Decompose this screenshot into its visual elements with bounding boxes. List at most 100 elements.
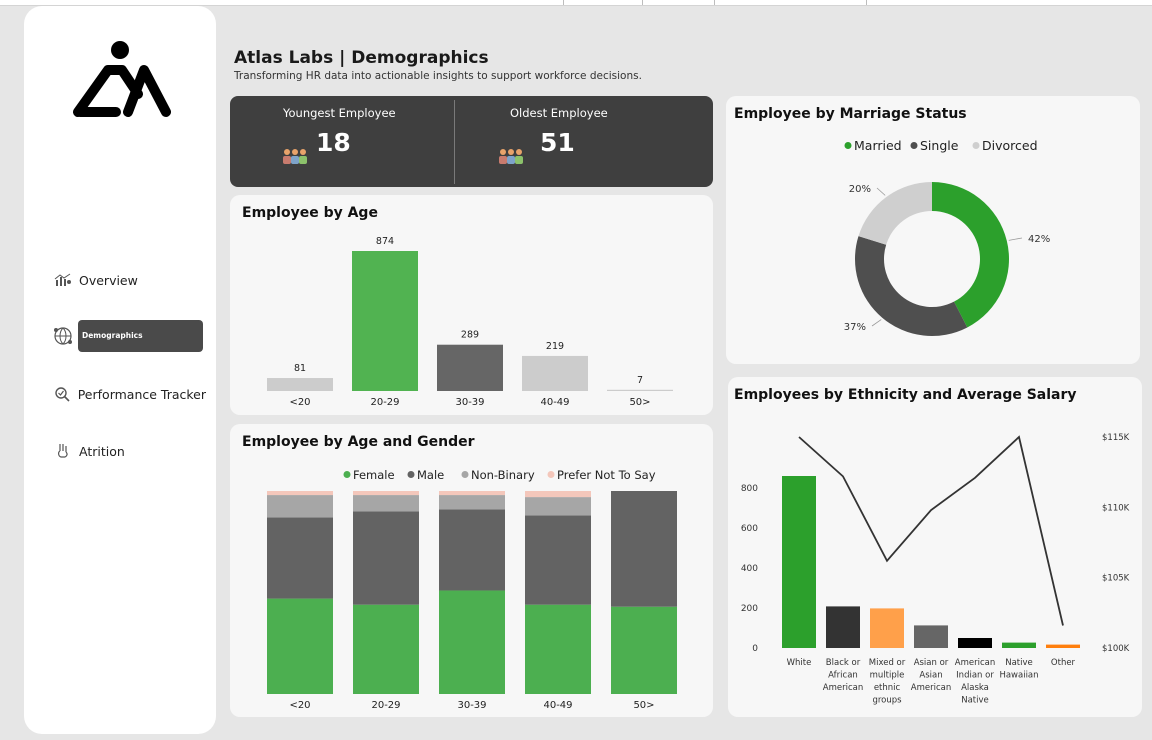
- bar: [914, 625, 948, 648]
- oldest-employee-label: Oldest Employee: [510, 106, 608, 120]
- nav-item-overview[interactable]: Overview: [52, 264, 206, 296]
- legend-label: Non-Binary: [471, 468, 535, 482]
- hand-down-icon: [52, 440, 74, 462]
- tick-label: <20: [289, 700, 310, 711]
- stack-segment: [439, 491, 505, 496]
- tick-label: 50>: [629, 397, 650, 408]
- bar: [1002, 642, 1036, 648]
- bar: [267, 378, 333, 391]
- data-label: 289: [461, 330, 479, 341]
- tick-label: American Indian or Alaska Native: [955, 658, 995, 706]
- stack-segment: [525, 497, 591, 516]
- sidebar: Overview Demographics Performance Tracke…: [24, 6, 216, 734]
- legend-label: Divorced: [982, 138, 1038, 153]
- legend-marker: [547, 471, 555, 478]
- legend-label: Single: [920, 138, 959, 153]
- legend-label: Female: [353, 468, 395, 482]
- legend-marker: [910, 142, 918, 149]
- tick-label: Asian or Asian American: [911, 658, 951, 693]
- legend-marker: [461, 471, 469, 478]
- bar: [522, 355, 588, 391]
- y-tick-label: 600: [741, 524, 758, 534]
- oldest-employee-value: 51: [540, 128, 575, 157]
- age-gender-chart-card: Employee by Age and Gender Female Male Non…: [230, 424, 713, 717]
- legend-label: Prefer Not To Say: [557, 468, 656, 482]
- stack-segment: [353, 511, 419, 605]
- stack-segment: [525, 604, 591, 694]
- stack-segment: [611, 606, 677, 694]
- bar: [437, 344, 503, 391]
- stack-segment: [353, 604, 419, 694]
- y-right-tick-label: $115K: [1102, 433, 1130, 443]
- chart-people-icon: [52, 269, 74, 291]
- donut-slice: [855, 236, 968, 336]
- age-chart: 81 <20 874 20-29 289 30-39 219 40-49 7 50>: [267, 236, 673, 408]
- tick-label: 40-49: [540, 397, 569, 408]
- globe-people-icon: [52, 325, 74, 347]
- kpi-card: Youngest Employee 18 Oldest Employee 51: [230, 96, 713, 187]
- y-tick-label: 400: [741, 564, 758, 574]
- magnifier-check-icon: [52, 383, 73, 405]
- legend-marker: [972, 142, 980, 149]
- stack-segment: [525, 515, 591, 605]
- tick-label: Other: [1051, 658, 1076, 668]
- tick-label: 50>: [633, 700, 654, 711]
- atlas-labs-logo: [73, 41, 171, 117]
- bar: [826, 606, 860, 648]
- data-label: 874: [376, 236, 394, 247]
- y-tick-label: 800: [741, 484, 758, 494]
- data-label: 81: [294, 363, 306, 374]
- stack-segment: [439, 590, 505, 694]
- tick-label: <20: [289, 397, 310, 408]
- bar: [958, 638, 992, 648]
- data-label: 42%: [1028, 234, 1050, 245]
- nav-item-demographics[interactable]: Demographics: [52, 320, 206, 352]
- bar: [782, 476, 816, 648]
- youngest-employee-label: Youngest Employee: [283, 106, 396, 120]
- leader-line: [1008, 237, 1023, 241]
- stack-segment: [439, 495, 505, 510]
- kpi-divider: [454, 100, 455, 184]
- tick-label: 20-29: [371, 700, 400, 711]
- nav-label: Atrition: [79, 443, 125, 459]
- legend-label: Married: [854, 138, 902, 153]
- tick-label: Native Hawaiian: [999, 658, 1038, 681]
- youngest-employee-value: 18: [316, 128, 351, 157]
- stack-segment: [525, 491, 591, 498]
- y-right-tick-label: $105K: [1102, 574, 1130, 584]
- legend-marker: [343, 471, 351, 478]
- bar: [607, 389, 673, 391]
- page-title: Atlas Labs | Demographics: [234, 48, 489, 68]
- legend-marker: [407, 471, 415, 478]
- leader-line: [876, 187, 886, 196]
- people-icon: [499, 149, 523, 164]
- age-chart-card: Employee by Age 81 <20 874 20-29 289 30-39 219…: [230, 195, 713, 415]
- tick-label: 40-49: [543, 700, 572, 711]
- nav-item-performance-tracker[interactable]: Performance Tracker: [52, 378, 206, 410]
- stack-segment: [267, 517, 333, 599]
- legend-label: Male: [417, 468, 444, 482]
- page-subtitle: Transforming HR data into actionable ins…: [234, 70, 642, 82]
- salary-line: [798, 435, 1064, 626]
- data-label: 219: [546, 341, 564, 352]
- tick-label: 30-39: [457, 700, 486, 711]
- stack-segment: [267, 491, 333, 496]
- nav-label: Overview: [79, 272, 138, 288]
- legend-marker: [844, 142, 852, 149]
- ethnicity-chart-card: Employees by Ethnicity and Average Salar…: [728, 377, 1142, 717]
- stack-segment: [353, 495, 419, 512]
- nav-item-atrition[interactable]: Atrition: [52, 435, 206, 467]
- tick-label: White: [787, 658, 812, 668]
- tick-label: 30-39: [455, 397, 484, 408]
- ethnicity-salary-chart: 0 200 400 600 800 $100K $105K $110K $115K White Bl…: [741, 433, 1130, 706]
- bar: [870, 608, 904, 648]
- data-label: 7: [637, 375, 643, 386]
- stack-segment: [267, 495, 333, 518]
- marriage-donut-chart: Married Single Divorced 42% 37% 20%: [844, 138, 1050, 336]
- stack-segment: [439, 509, 505, 591]
- nav-label: Performance Tracker: [77, 386, 206, 402]
- tick-label: 20-29: [370, 397, 399, 408]
- stack-segment: [611, 491, 677, 607]
- y-tick-label: 0: [752, 644, 758, 654]
- nav-label: Demographics: [78, 320, 203, 352]
